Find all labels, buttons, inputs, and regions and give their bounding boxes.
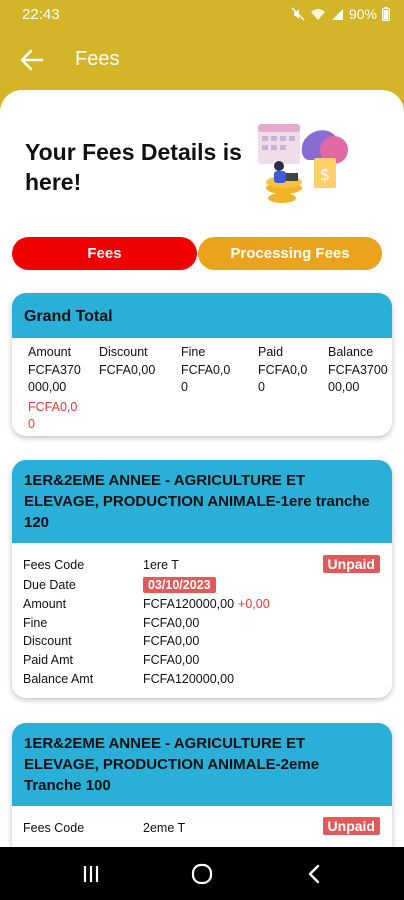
tab-processing-fees[interactable]: Processing Fees	[198, 237, 382, 270]
grand-total-title: Grand Total	[12, 293, 392, 338]
page-title: Fees	[75, 48, 120, 70]
home-icon[interactable]	[189, 861, 215, 887]
row-value: FCFA0,00	[143, 616, 200, 630]
grand-total-fine: Fine FCFA0,00	[181, 344, 237, 396]
svg-text:$: $	[320, 165, 330, 184]
wifi-icon	[310, 8, 326, 21]
grand-total-balance: Balance FCFA370000,00	[328, 344, 388, 396]
due-date-badge: 03/10/2023	[143, 577, 216, 593]
fee-tabs: Fees Processing Fees	[12, 237, 382, 270]
row-label: Discount	[23, 634, 72, 648]
content-sheet: Your Fees Details is here! $ Fees Proces…	[0, 90, 404, 847]
amount-extra: +0,00	[238, 597, 270, 611]
row-label: Fine	[23, 616, 48, 630]
grand-total-discount: Discount FCFA0,00	[99, 344, 171, 379]
column-value: FCFA370000,00	[328, 363, 388, 394]
row-value: 2eme T	[143, 821, 186, 835]
fee-item-card[interactable]: 1ER&2EME ANNEE - AGRICULTURE ET ELEVAGE,…	[12, 723, 392, 847]
row-label: Amount	[23, 597, 67, 611]
battery-icon	[382, 7, 390, 21]
row-label: Due Date	[23, 578, 76, 592]
status-time: 22:43	[22, 6, 60, 23]
fees-illustration: $	[246, 118, 356, 213]
column-value: FCFA370000,00	[28, 363, 81, 394]
row-value: 1ere T	[143, 558, 179, 572]
grand-total-card: Grand Total Amount FCFA370000,00 FCFA0,0…	[12, 293, 392, 436]
row-label: Fees Code	[23, 558, 85, 572]
row-label: Balance Amt	[23, 672, 94, 686]
column-label: Amount	[28, 345, 72, 359]
fee-item-card[interactable]: 1ER&2EME ANNEE - AGRICULTURE ET ELEVAGE,…	[12, 460, 392, 698]
fee-item-title: 1ER&2EME ANNEE - AGRICULTURE ET ELEVAGE,…	[12, 460, 392, 543]
column-value: FCFA0,00	[99, 363, 156, 377]
fee-item-title: 1ER&2EME ANNEE - AGRICULTURE ET ELEVAGE,…	[12, 723, 392, 806]
system-nav-bar	[0, 847, 404, 900]
battery-level: 90%	[348, 6, 377, 22]
column-value: FCFA0,00	[258, 363, 308, 394]
recent-apps-icon[interactable]	[78, 861, 104, 887]
status-badge: Unpaid	[322, 817, 380, 835]
row-value: FCFA120000,00	[143, 597, 235, 611]
back-arrow-icon[interactable]	[18, 46, 46, 74]
grand-total-amount: Amount FCFA370000,00 FCFA0,00	[28, 344, 84, 433]
signal-icon	[331, 8, 344, 21]
column-extra: FCFA0,00	[28, 400, 78, 431]
mute-icon	[291, 7, 305, 21]
row-value: FCFA0,00	[143, 653, 200, 667]
column-label: Fine	[181, 345, 206, 359]
back-nav-icon[interactable]	[302, 861, 328, 887]
column-label: Balance	[328, 345, 374, 359]
row-value: FCFA0,00	[143, 634, 200, 648]
column-label: Paid	[258, 345, 284, 359]
hero-title: Your Fees Details is here!	[25, 139, 242, 195]
app-bar: Fees	[0, 30, 404, 90]
grand-total-paid: Paid FCFA0,00	[258, 344, 314, 396]
column-value: FCFA0,00	[181, 363, 231, 394]
status-badge: Unpaid	[322, 555, 380, 573]
row-label: Fees Code	[23, 821, 85, 835]
status-icons: 90%	[291, 6, 390, 22]
row-value: FCFA120000,00	[143, 672, 235, 686]
tab-fees[interactable]: Fees	[12, 237, 197, 270]
column-label: Discount	[99, 345, 148, 359]
row-label: Paid Amt	[23, 653, 74, 667]
status-bar: 22:43 90%	[0, 0, 404, 30]
